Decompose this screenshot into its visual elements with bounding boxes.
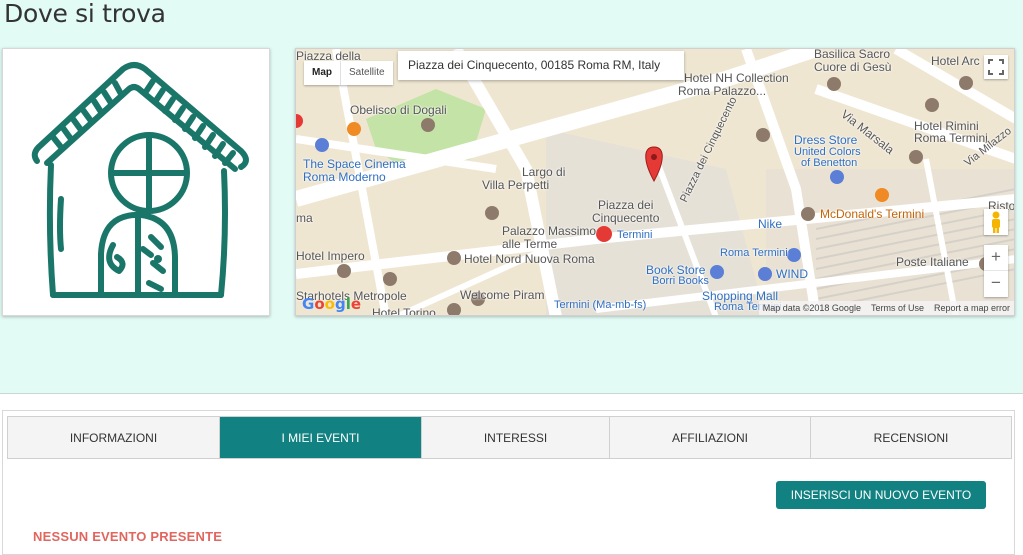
- section-title: Dove si trova: [4, 0, 166, 28]
- map-label: Roma Palazzo...: [678, 84, 767, 98]
- map-label: Termini (Ma-mb-fs): [554, 299, 647, 311]
- house-illustration: [31, 62, 249, 298]
- empty-events-message: NESSUN EVENTO PRESENTE: [33, 529, 223, 544]
- tab-informazioni[interactable]: INFORMAZIONI: [8, 417, 220, 458]
- map-label: The Space Cinema: [303, 157, 406, 171]
- map-label: ma: [296, 211, 313, 225]
- map-embed[interactable]: Piazza della Basilica Sacro Cuore di Ges…: [295, 48, 1015, 316]
- tab-recensioni[interactable]: RECENSIONI: [811, 417, 1011, 458]
- map-label: Poste Italiane: [896, 255, 969, 269]
- map-data-text: Map data ©2018 Google: [762, 303, 861, 313]
- map-label: Roma Moderno: [303, 170, 386, 184]
- fullscreen-button[interactable]: [984, 55, 1008, 79]
- map-label: WIND: [776, 267, 808, 281]
- add-event-button[interactable]: INSERISCI UN NUOVO EVENTO: [776, 481, 986, 509]
- address-text: Piazza dei Cinquecento, 00185 Roma RM, I…: [408, 58, 661, 72]
- zoom-in-button[interactable]: +: [984, 245, 1008, 271]
- map-label: Palazzo Massimo: [502, 224, 597, 238]
- fullscreen-icon: [988, 59, 1004, 75]
- location-section: Dove si trova Piazza della Basilica Sacr…: [0, 0, 1023, 394]
- tab-i-miei-eventi[interactable]: I MIEI EVENTI: [220, 417, 422, 458]
- tab-affiliazioni[interactable]: AFFILIAZIONI: [610, 417, 811, 458]
- map-label: of Benetton: [801, 157, 858, 169]
- map-label: Cinquecento: [592, 211, 660, 225]
- pegman-icon: [992, 211, 1000, 233]
- profile-tabs-panel: INFORMAZIONI I MIEI EVENTI INTERESSI AFF…: [2, 410, 1015, 555]
- map-label: Villa Perpetti: [482, 178, 550, 192]
- street-view-pegman[interactable]: [984, 209, 1008, 235]
- map-label: Hotel Nord Nuova Roma: [464, 252, 595, 266]
- map-label: McDonald's Termini: [820, 207, 925, 221]
- map-label: Piazza dei: [598, 198, 654, 212]
- tabs-bar: INFORMAZIONI I MIEI EVENTI INTERESSI AFF…: [7, 416, 1012, 459]
- map-label: Dress Store: [794, 133, 858, 147]
- map-label: Termini: [617, 229, 653, 241]
- map-attribution: Map data ©2018 Google Terms of Use Repor…: [758, 301, 1014, 315]
- terms-link[interactable]: Terms of Use: [871, 301, 924, 315]
- map-label: Roma Termini: [720, 247, 788, 259]
- zoom-control[interactable]: + −: [984, 245, 1008, 297]
- tab-interessi[interactable]: INTERESSI: [422, 417, 610, 458]
- map-label: Nike: [758, 217, 783, 231]
- map-label: Welcome Piram: [460, 288, 545, 302]
- map-label: Borri Books: [652, 275, 709, 287]
- map-label: Hotel NH Collection: [684, 71, 789, 85]
- map-type-satellite-button[interactable]: Satellite: [340, 61, 393, 85]
- map-label: Hotel Arc: [931, 54, 980, 68]
- map-label: Largo di: [522, 165, 566, 179]
- map-label: Hotel Torino: [372, 306, 436, 316]
- report-error-link[interactable]: Report a map error: [934, 301, 1010, 315]
- address-info-window: Piazza dei Cinquecento, 00185 Roma RM, I…: [398, 51, 684, 80]
- house-image: [2, 48, 270, 316]
- map-label: Roma Termini: [914, 131, 988, 145]
- zoom-out-button[interactable]: −: [984, 271, 1008, 297]
- map-label: alle Terme: [502, 237, 558, 251]
- map-label: Obelisco di Dogali: [350, 103, 447, 117]
- map-type-map-button[interactable]: Map: [304, 61, 340, 85]
- map-type-control[interactable]: Map Satellite: [304, 61, 393, 85]
- map-label: Cuore di Gesù: [814, 60, 892, 74]
- google-logo[interactable]: Google: [302, 295, 361, 313]
- map-label: Hotel Impero: [296, 249, 365, 263]
